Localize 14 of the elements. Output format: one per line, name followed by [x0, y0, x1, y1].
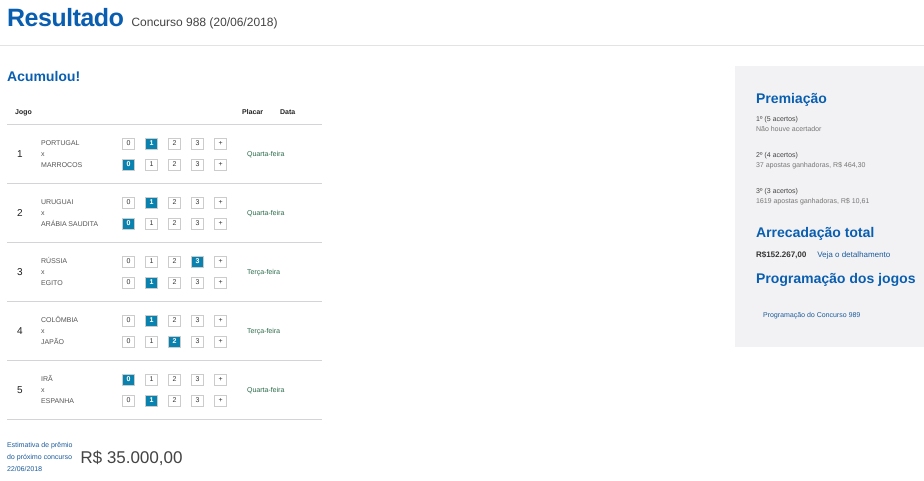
game-number: 2 [16, 208, 24, 218]
page-title: Resultado [7, 4, 124, 33]
total-value: R$152.267,00 [756, 250, 806, 259]
details-link[interactable]: Veja o detalhamento [817, 250, 890, 259]
game-number: 5 [16, 384, 24, 396]
game-number: 3 [16, 266, 24, 278]
contest-subtitle: Concurso 988 (20/06/2018) [131, 15, 278, 29]
section-heading: Premiação [756, 90, 828, 106]
section-heading: Arrecadação total [756, 224, 876, 240]
game-number: 4 [16, 326, 24, 336]
game-number: 1 [16, 148, 24, 160]
estimate-value: R$ 35.000,00 [80, 448, 182, 468]
status-heading: Acumulou! [7, 68, 82, 84]
section-heading: Programação dos jogos [756, 270, 916, 286]
